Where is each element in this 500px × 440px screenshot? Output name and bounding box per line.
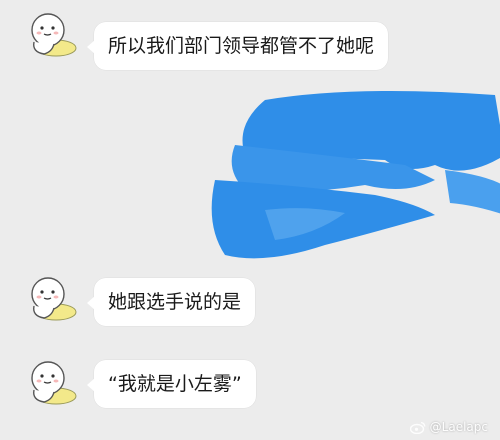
message-bubble[interactable]: “我就是小左雾” bbox=[87, 360, 256, 408]
message-bubble[interactable]: 她跟选手说的是 bbox=[86, 278, 256, 326]
redaction-scribble bbox=[211, 91, 500, 259]
avatar[interactable] bbox=[22, 6, 80, 64]
avatar[interactable] bbox=[22, 354, 80, 412]
watermark-text: @Laelapc bbox=[429, 420, 488, 434]
message-text: 她跟选手说的是 bbox=[108, 291, 242, 313]
weibo-icon bbox=[409, 421, 426, 434]
message-text: “我就是小左雾” bbox=[108, 373, 242, 395]
message-text: 所以我们部门领导都管不了她呢 bbox=[108, 35, 375, 57]
watermark: @Laelapc bbox=[409, 420, 488, 434]
message-bubble[interactable]: 所以我们部门领导都管不了她呢 bbox=[86, 22, 389, 70]
avatar[interactable] bbox=[22, 270, 80, 328]
